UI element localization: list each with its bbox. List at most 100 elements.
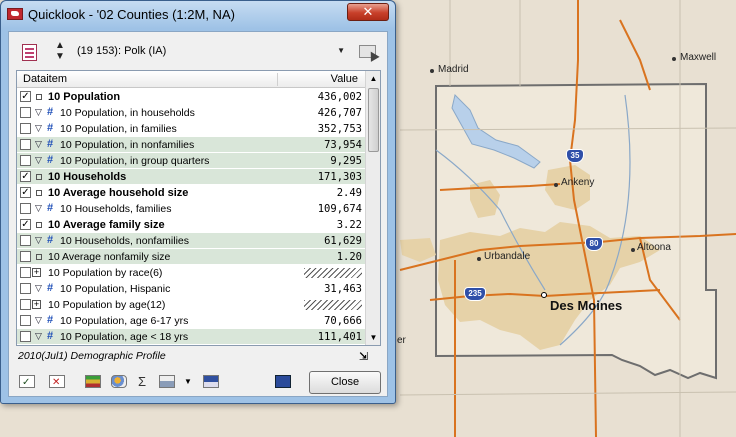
row-label: 10 Population, in households: [60, 107, 195, 119]
grid-row[interactable]: ▽ #10 Population, age 6-17 yrs 70,666: [17, 313, 366, 329]
row-checkbox[interactable]: [20, 203, 31, 214]
column-separator[interactable]: [277, 73, 278, 86]
chevron-down-icon[interactable]: ▼: [337, 46, 345, 55]
data-library-icon[interactable]: [83, 371, 105, 393]
row-checkbox[interactable]: [20, 315, 31, 326]
grid-row[interactable]: ✓ 10 Households 171,303: [17, 169, 366, 185]
title-bar[interactable]: Quicklook - '02 Counties (1:2M, NA) ✕: [1, 1, 395, 29]
grid-row[interactable]: ✓ 10 Average family size 3.22: [17, 217, 366, 233]
locate-on-map-button[interactable]: [355, 40, 380, 64]
row-label: 10 Households: [48, 171, 127, 183]
grid-row[interactable]: ▽ #10 Population, in group quarters 9,295: [17, 153, 366, 169]
grid-row[interactable]: ▽ #10 Households, nonfamilies 61,629: [17, 233, 366, 249]
print-options-chevron-down-icon[interactable]: ▼: [183, 371, 193, 393]
sigma-icon[interactable]: Σ: [133, 371, 155, 393]
row-checkbox[interactable]: [20, 155, 31, 166]
spin-up-icon[interactable]: ▲: [54, 40, 66, 51]
check-all-icon[interactable]: ✓: [17, 371, 39, 393]
settings-gear-icon[interactable]: [109, 371, 131, 393]
city-marker: [631, 248, 635, 252]
grid-row[interactable]: ✓ 10 Population 436,002: [17, 89, 366, 105]
export-icon[interactable]: [201, 371, 223, 393]
numeric-item-icon: #: [47, 314, 54, 326]
expand-triangle-icon[interactable]: ▽: [35, 315, 42, 326]
row-value: 31,463: [324, 283, 362, 295]
vertical-scrollbar[interactable]: ▲ ▼: [365, 71, 380, 345]
pin-icon[interactable]: ⇲: [359, 350, 368, 363]
feature-dropdown[interactable]: (19 153): Polk (IA) ▼: [75, 42, 347, 62]
row-value: 352,753: [317, 123, 362, 135]
select-feature-icon[interactable]: [19, 42, 41, 64]
scroll-down-icon[interactable]: ▼: [367, 331, 380, 344]
row-label: 10 Population, age < 18 yrs: [60, 331, 189, 343]
grid-row[interactable]: ✓ 10 Average household size 2.49: [17, 185, 366, 201]
record-spinner[interactable]: ▲ ▼: [54, 40, 66, 64]
item-square-icon: [36, 94, 42, 100]
group-value-hatch: [304, 268, 362, 278]
row-checkbox[interactable]: [20, 123, 31, 134]
row-label: 10 Average nonfamily size: [48, 251, 171, 263]
row-checkbox[interactable]: ✓: [20, 187, 31, 198]
grid-row[interactable]: +10 Population by race(6): [17, 265, 366, 281]
grid-row[interactable]: ▽ #10 Population, in nonfamilies 73,954: [17, 137, 366, 153]
expand-triangle-icon[interactable]: ▽: [35, 123, 42, 134]
row-checkbox[interactable]: [20, 283, 31, 294]
expand-group-icon[interactable]: +: [32, 268, 41, 277]
row-value: 111,401: [317, 331, 362, 343]
row-label: 10 Population, in families: [60, 123, 177, 135]
expand-triangle-icon[interactable]: ▽: [35, 203, 42, 214]
row-checkbox[interactable]: ✓: [20, 91, 31, 102]
save-disk-icon[interactable]: [273, 371, 295, 393]
spin-down-icon[interactable]: ▼: [54, 51, 66, 62]
window-title: Quicklook - '02 Counties (1:2M, NA): [28, 7, 235, 22]
city-label-des-moines: Des Moines: [550, 298, 623, 313]
row-checkbox[interactable]: [20, 331, 31, 342]
row-checkbox[interactable]: ✓: [20, 171, 31, 182]
row-label: 10 Population, in nonfamilies: [60, 139, 195, 151]
item-square-icon: [36, 190, 42, 196]
row-label: 10 Average family size: [48, 219, 165, 231]
window-close-button[interactable]: ✕: [347, 3, 389, 21]
row-checkbox[interactable]: [20, 267, 31, 278]
row-checkbox[interactable]: [20, 107, 31, 118]
print-icon[interactable]: [157, 371, 179, 393]
row-checkbox[interactable]: [20, 235, 31, 246]
expand-triangle-icon[interactable]: ▽: [35, 331, 42, 342]
row-checkbox[interactable]: ✓: [20, 219, 31, 230]
scroll-up-icon[interactable]: ▲: [367, 72, 380, 85]
expand-triangle-icon[interactable]: ▽: [35, 283, 42, 294]
column-header-value[interactable]: Value: [331, 73, 358, 85]
row-label: 10 Households, nonfamilies: [60, 235, 189, 247]
grid-row[interactable]: ▽ #10 Population, Hispanic 31,463: [17, 281, 366, 297]
expand-triangle-icon[interactable]: ▽: [35, 107, 42, 118]
city-label-urbandale: Urbandale: [484, 251, 531, 262]
row-value: 426,707: [317, 107, 362, 119]
interstate-35-shield: 35: [566, 149, 584, 163]
expand-triangle-icon[interactable]: ▽: [35, 235, 42, 246]
grid-row[interactable]: ▽ #10 Population, in households 426,707: [17, 105, 366, 121]
scroll-thumb[interactable]: [368, 88, 379, 152]
grid-row[interactable]: ▽ #10 Households, families 109,674: [17, 201, 366, 217]
item-square-icon: [36, 174, 42, 180]
grid-row[interactable]: ▽ #10 Population, age < 18 yrs 111,401: [17, 329, 366, 345]
row-checkbox[interactable]: [20, 251, 31, 262]
close-button[interactable]: Close: [309, 371, 381, 394]
grid-row[interactable]: +10 Population by age(12): [17, 297, 366, 313]
column-header-dataitem[interactable]: Dataitem: [23, 73, 67, 85]
row-checkbox[interactable]: [20, 139, 31, 150]
expand-triangle-icon[interactable]: ▽: [35, 139, 42, 150]
numeric-item-icon: #: [47, 330, 54, 342]
numeric-item-icon: #: [47, 154, 54, 166]
grid-row[interactable]: ▽ #10 Population, in families 352,753: [17, 121, 366, 137]
numeric-item-icon: #: [47, 234, 54, 246]
quicklook-window: Quicklook - '02 Counties (1:2M, NA) ✕ ▲ …: [0, 0, 396, 404]
expand-triangle-icon[interactable]: ▽: [35, 155, 42, 166]
city-marker: [477, 257, 481, 261]
numeric-item-icon: #: [47, 122, 54, 134]
uncheck-all-icon[interactable]: ✕: [47, 371, 69, 393]
row-label: 10 Population, Hispanic: [60, 283, 171, 295]
expand-group-icon[interactable]: +: [32, 300, 41, 309]
grid-row[interactable]: 10 Average nonfamily size 1.20: [17, 249, 366, 265]
row-checkbox[interactable]: [20, 299, 31, 310]
city-label-maxwell: Maxwell: [680, 52, 717, 63]
